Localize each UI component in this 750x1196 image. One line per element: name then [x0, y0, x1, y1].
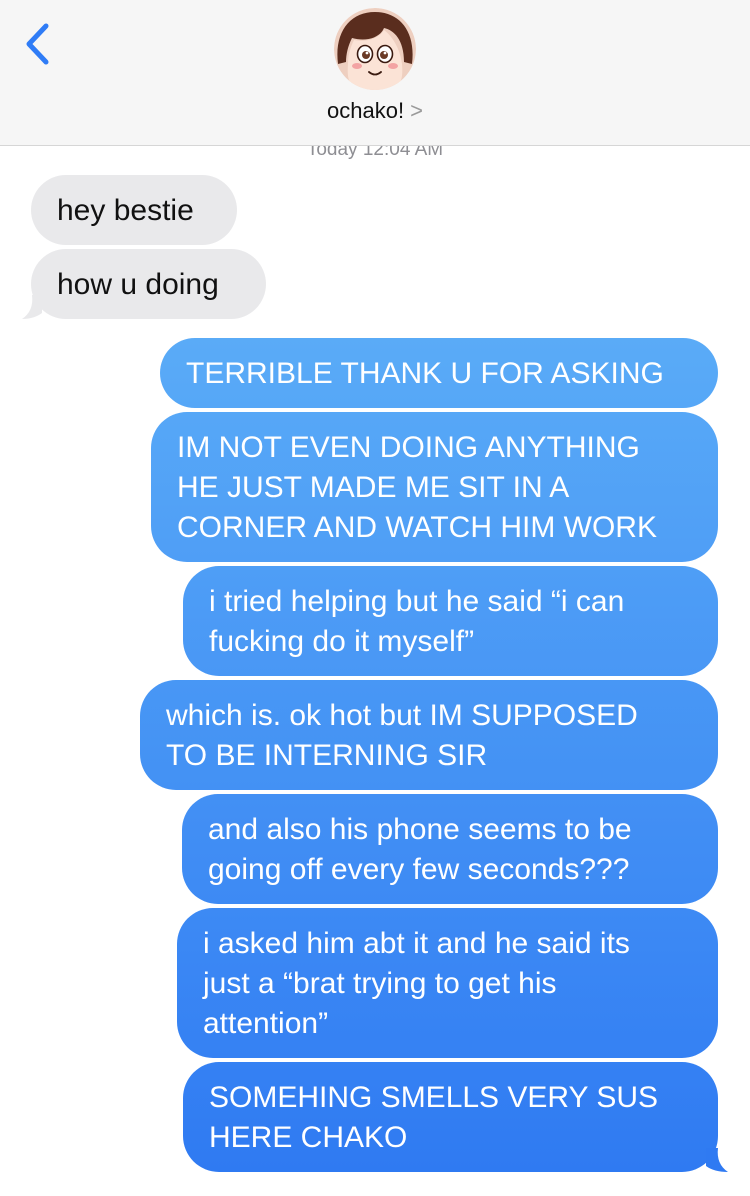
message-text-line: TO BE INTERNING SIR: [166, 739, 488, 772]
outgoing-message-bubble[interactable]: i tried helping but he said “i can fuckin…: [183, 566, 718, 676]
message-text-line: which is. ok hot but IM SUPPOSED: [166, 699, 638, 732]
message-text-line: attention”: [203, 1007, 329, 1040]
message-text-line: CORNER AND WATCH HIM WORK: [177, 511, 657, 544]
outgoing-message-bubble[interactable]: SOMEHING SMELLS VERY SUS HERE CHAKO: [183, 1062, 718, 1172]
message-text-line: IM NOT EVEN DOING ANYTHING: [177, 431, 640, 464]
message-text-line: SOMEHING SMELLS VERY SUS: [209, 1081, 659, 1114]
conversation-header: ochako! >: [0, 0, 750, 146]
message-text-line: fucking do it myself”: [209, 625, 475, 658]
message-text-line: how u doing: [57, 268, 219, 301]
message-text-line: HE JUST MADE ME SIT IN A: [177, 471, 570, 504]
contact-avatar[interactable]: [334, 8, 416, 90]
incoming-message-bubble[interactable]: how u doing: [31, 249, 266, 319]
avatar-image: [334, 8, 416, 90]
message-text-line: and also his phone seems to be: [208, 813, 632, 846]
message-text-line: i tried helping but he said “i can: [209, 585, 625, 618]
back-button[interactable]: [20, 22, 60, 66]
outgoing-message-bubble[interactable]: TERRIBLE THANK U FOR ASKING: [160, 338, 718, 408]
outgoing-message-bubble[interactable]: and also his phone seems to be going off …: [182, 794, 718, 904]
incoming-message-bubble[interactable]: hey bestie: [31, 175, 237, 245]
outgoing-message-bubble[interactable]: IM NOT EVEN DOING ANYTHING HE JUST MADE M…: [151, 412, 718, 562]
message-text-line: hey bestie: [57, 194, 194, 227]
message-text-line: TERRIBLE THANK U FOR ASKING: [186, 357, 664, 390]
chevron-right-icon: >: [410, 98, 423, 123]
contact-name: ochako!: [327, 98, 405, 123]
message-text-line: going off every few seconds???: [208, 853, 630, 886]
outgoing-message-bubble[interactable]: i asked him abt it and he said its just a…: [177, 908, 718, 1058]
message-text-line: i asked him abt it and he said its: [203, 927, 630, 960]
chevron-left-icon: [26, 23, 49, 65]
outgoing-message-bubble[interactable]: which is. ok hot but IM SUPPOSED TO BE IN…: [140, 680, 718, 790]
incoming-bubble-tail: [22, 295, 42, 319]
contact-name-button[interactable]: ochako! >: [0, 98, 750, 124]
message-text-line: just a “brat trying to get his: [203, 967, 557, 1000]
outgoing-bubble-tail: [706, 1148, 728, 1172]
message-text-line: HERE CHAKO: [209, 1121, 408, 1154]
